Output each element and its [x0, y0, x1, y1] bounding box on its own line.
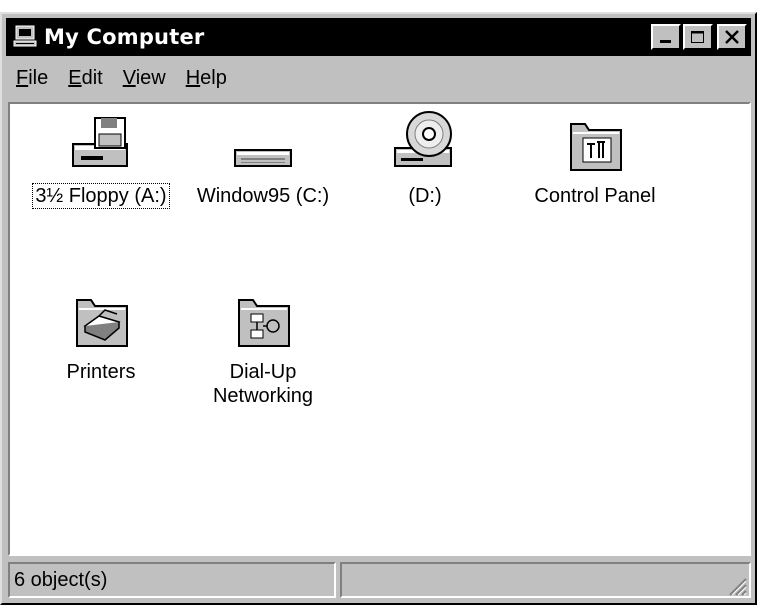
icon-label: 3½ Floppy (A:) [32, 183, 170, 209]
cd-drive-icon [394, 111, 452, 167]
title-bar[interactable]: My Computer [6, 18, 751, 56]
floppy-drive-icon [72, 117, 128, 167]
computer-icon [13, 25, 37, 47]
icon-dialup-networking[interactable]: Dial-Up Networking [178, 286, 348, 408]
icon-label: Control Panel [534, 185, 656, 207]
icon-label: Dial-Up Networking [212, 361, 314, 407]
maximize-button[interactable] [683, 24, 713, 50]
close-button[interactable] [717, 24, 747, 50]
menu-view[interactable]: View [113, 67, 176, 90]
close-icon [725, 30, 739, 44]
resize-grip-icon[interactable] [725, 574, 747, 596]
menu-help-accelerator: H [185, 66, 201, 89]
menu-help-label: elp [200, 66, 227, 89]
icon-printers[interactable]: Printers [16, 286, 186, 384]
status-pane-secondary [340, 562, 751, 598]
menu-edit-accelerator: E [68, 66, 82, 89]
hard-drive-icon [234, 149, 292, 167]
icon-label: Printers [66, 361, 136, 383]
menu-file[interactable]: File [6, 67, 58, 90]
menu-edit-label: dit [81, 66, 103, 89]
icon-control-panel[interactable]: Control Panel [510, 110, 680, 208]
window-title: My Computer [44, 25, 205, 49]
icon-floppy-drive[interactable]: 3½ Floppy (A:) [16, 114, 186, 209]
icon-cd-drive[interactable]: (D:) [340, 108, 510, 208]
menu-file-label: ile [28, 66, 49, 89]
icon-hard-drive[interactable]: Window95 (C:) [178, 114, 348, 208]
printers-folder-icon [76, 299, 128, 347]
my-computer-window: My Computer File Edit View Help 3½ Flopp… [0, 12, 757, 605]
status-bar: 6 object(s) [8, 562, 751, 600]
menu-view-accelerator: V [122, 66, 136, 89]
menu-edit[interactable]: Edit [58, 67, 112, 90]
menu-file-accelerator: F [16, 66, 29, 89]
file-view[interactable]: 3½ Floppy (A:) Window95 (C:) (D:) Contro… [8, 102, 751, 556]
menu-help[interactable]: Help [176, 67, 237, 90]
minimize-button[interactable] [651, 24, 681, 50]
icon-label: Window95 (C:) [196, 185, 330, 207]
control-panel-folder-icon [570, 123, 622, 171]
maximize-icon [691, 31, 704, 43]
menu-view-label: iew [135, 66, 166, 89]
icon-label: (D:) [408, 185, 442, 207]
menu-bar: File Edit View Help [6, 60, 237, 96]
status-object-count: 6 object(s) [8, 562, 336, 598]
minimize-icon [660, 40, 671, 43]
caption-buttons [649, 24, 747, 50]
dialup-networking-folder-icon [238, 299, 290, 347]
